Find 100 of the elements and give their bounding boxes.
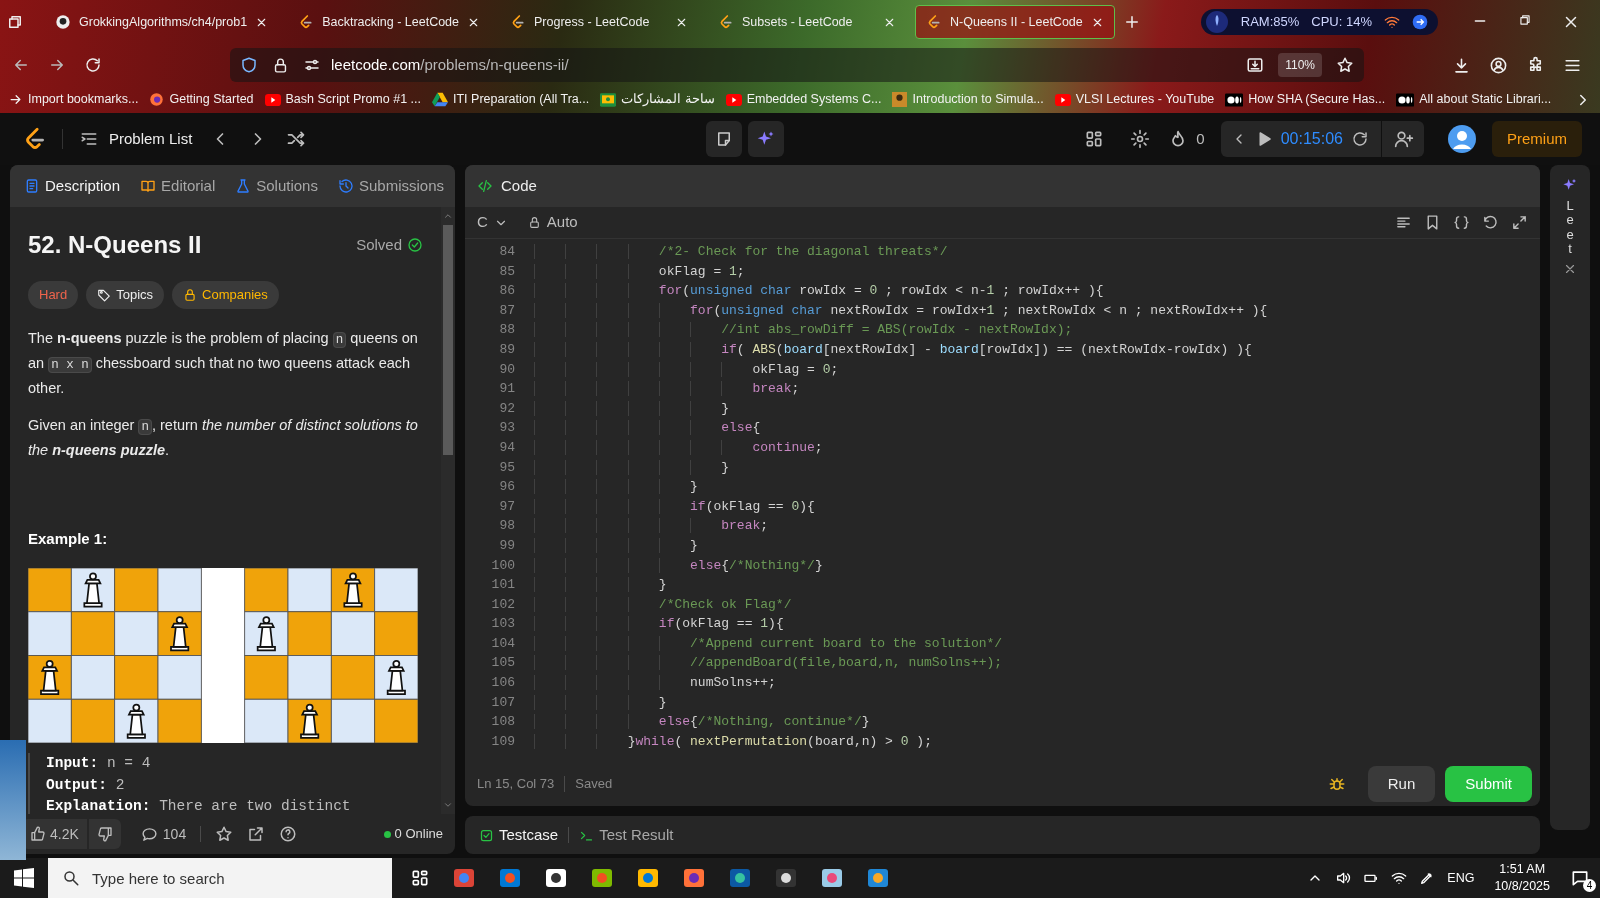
dots-logo-icon: [1225, 92, 1244, 107]
bookmark[interactable]: ساحة المشاركات: [600, 90, 715, 109]
app-icon[interactable]: [774, 866, 798, 890]
bookmark[interactable]: How SHA (Secure Has...: [1225, 90, 1386, 109]
bookmark[interactable]: Introduction to Simula...: [892, 90, 1044, 109]
document-icon: [24, 178, 40, 194]
tab-list-icon[interactable]: [6, 13, 24, 31]
bookmark[interactable]: Bash Script Promo #1 ...: [264, 90, 421, 109]
download-icon[interactable]: [1452, 55, 1471, 75]
triangle-logo-icon: [432, 92, 448, 107]
dots-logo-icon: [1396, 92, 1415, 107]
app-icon[interactable]: [682, 866, 706, 890]
code-line: }: [534, 692, 667, 713]
reload-icon[interactable]: [84, 56, 102, 74]
bookmark[interactable]: Getting Started: [149, 90, 254, 109]
app-icon[interactable]: [820, 866, 844, 890]
scrollbar[interactable]: [441, 207, 455, 814]
panel-tab[interactable]: Testcase: [477, 823, 561, 847]
browser-tab[interactable]: Progress - LeetCode: [499, 5, 700, 39]
panel-tab[interactable]: Submissions: [335, 174, 446, 198]
line-number: 109: [490, 732, 515, 751]
line-number: 91: [498, 380, 515, 399]
bookmark[interactable]: ITI Preparation (All Tra...: [432, 90, 590, 109]
layout-icon[interactable]: [1084, 129, 1105, 149]
comments-button[interactable]: 104: [140, 823, 187, 845]
scroll-down-icon: [443, 800, 453, 810]
tag-chip[interactable]: Topics: [86, 281, 165, 309]
app-icon[interactable]: [636, 866, 660, 890]
undo-icon[interactable]: [1482, 214, 1499, 231]
line-number: 87: [498, 301, 515, 320]
restore-icon[interactable]: [1518, 13, 1532, 27]
cursor-position: Ln 15, Col 73: [477, 775, 555, 794]
clock-time: 1:51 AM: [1498, 861, 1547, 878]
favorite-icon[interactable]: [215, 825, 234, 843]
language-select[interactable]: C: [477, 211, 508, 234]
bookmark[interactable]: Embedded Systems C...: [725, 90, 882, 109]
zoom-level[interactable]: 110%: [1278, 53, 1322, 77]
panel-tab[interactable]: Solutions: [233, 174, 320, 198]
bookmark[interactable]: VLSI Lectures - YouTube: [1054, 90, 1215, 109]
speaker-icon[interactable]: [1335, 870, 1352, 886]
search-field[interactable]: Type here to search: [48, 858, 392, 898]
avatar[interactable]: [1448, 125, 1476, 153]
share-icon[interactable]: [247, 825, 266, 843]
browser-tab[interactable]: Backtracking - LeetCode: [287, 5, 492, 39]
browser-tab[interactable]: GrokkingAlgorithms/ch4/prob1: [44, 5, 280, 39]
code-line: okFlag = 1;: [534, 261, 745, 282]
tag-chip[interactable]: Companies: [172, 281, 279, 309]
task-view-icon[interactable]: [410, 868, 430, 888]
save-status: Saved: [575, 775, 613, 794]
cpu-reading: CPU: 14%: [1311, 13, 1372, 32]
bookmark[interactable]: Import bookmarks...: [8, 90, 139, 109]
line-number: 102: [490, 595, 515, 614]
check-circle-icon: [407, 237, 423, 253]
browser-tab[interactable]: Subsets - LeetCode: [707, 5, 908, 39]
start-icon[interactable]: [14, 868, 34, 888]
line-number: 95: [498, 458, 515, 477]
run-button[interactable]: Run: [1367, 765, 1436, 803]
tag-chip[interactable]: Hard: [28, 281, 79, 309]
app-icon[interactable]: [544, 866, 568, 890]
online-dot-icon: [383, 830, 391, 838]
notes-button[interactable]: [706, 121, 743, 157]
code-line: /*Check ok Flag*/: [534, 594, 792, 615]
line-number: 93: [498, 419, 515, 438]
notification-icon[interactable]: [1570, 868, 1590, 888]
expand-icon[interactable]: [1511, 214, 1528, 231]
save-page-icon[interactable]: [1246, 56, 1265, 74]
ai-button[interactable]: [748, 121, 785, 157]
line-number: 100: [490, 556, 515, 575]
invite-icon[interactable]: [1394, 129, 1414, 149]
shuffle-icon[interactable]: [286, 129, 307, 149]
help-icon[interactable]: [279, 825, 298, 843]
line-number: 90: [498, 360, 515, 379]
premium-button[interactable]: Premium: [1492, 120, 1582, 158]
panel-tab[interactable]: Description: [22, 174, 123, 198]
problem-list-link[interactable]: Problem List: [109, 127, 193, 151]
url-field[interactable]: leetcode.com/problems/n-queens-ii/: [331, 53, 569, 77]
code-line: continue;: [534, 437, 823, 458]
browser-tab[interactable]: N-Queens II - LeetCode: [915, 5, 1116, 39]
book-icon: [140, 178, 157, 194]
bookmark-star-icon[interactable]: [1336, 56, 1354, 74]
panel-tab[interactable]: Editorial: [138, 174, 218, 198]
bookmark[interactable]: All about Static Librari...: [1396, 90, 1552, 109]
ram-reading: RAM:85%: [1240, 13, 1300, 32]
braces-icon[interactable]: [1453, 214, 1470, 231]
account-icon[interactable]: [1489, 55, 1508, 75]
thumbs-down-icon[interactable]: [96, 826, 113, 842]
language-indicator[interactable]: ENG: [1447, 868, 1475, 888]
line-number: 92: [498, 399, 515, 418]
wifi-icon[interactable]: [1391, 870, 1408, 886]
app-icon[interactable]: [728, 866, 752, 890]
reset-icon[interactable]: [1351, 130, 1369, 148]
app-icon[interactable]: [590, 866, 614, 890]
app-icon[interactable]: [866, 866, 890, 890]
history-icon: [337, 178, 354, 194]
line-number: 104: [490, 634, 515, 653]
settings-icon[interactable]: [1130, 129, 1151, 149]
description-text: Given an integer n , return the number of distinct solutions to the n-queens puzzle.: [28, 415, 419, 460]
debug-icon[interactable]: [1327, 775, 1346, 793]
code-line: if(okFlag == 1){: [534, 614, 784, 634]
panel-tab[interactable]: Test Result: [577, 823, 676, 847]
